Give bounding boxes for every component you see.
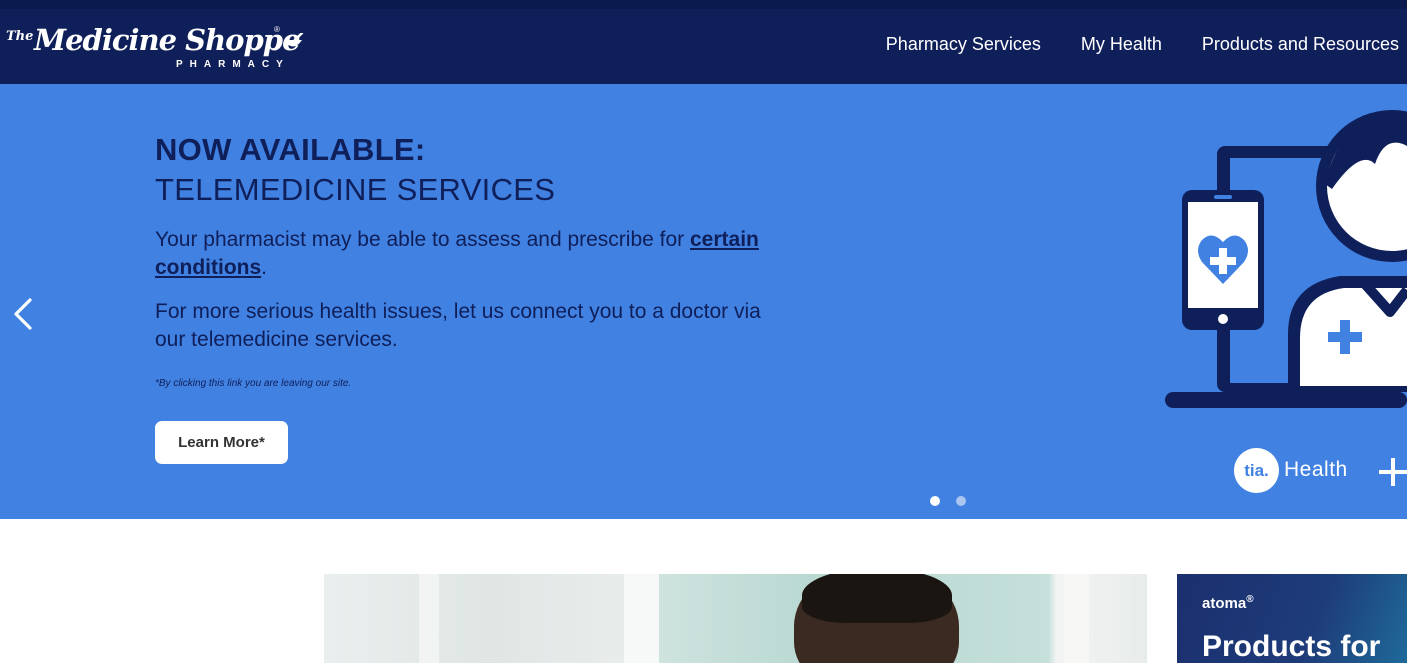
atoma-brand: atoma® (1202, 594, 1254, 612)
hero-paragraph-2: For more serious health issues, let us c… (155, 300, 761, 351)
carousel-dots (930, 496, 966, 506)
telemedicine-illustration (1165, 110, 1407, 408)
site-header: The Medicine Shoppe ® PHARMACY Pharmacy … (0, 9, 1407, 84)
tia-health-text: Health (1284, 458, 1348, 481)
logo-pharmacy: PHARMACY (176, 59, 290, 70)
logo-name: Medicine Shoppe (34, 23, 301, 57)
pharmacist-photo (324, 574, 1147, 663)
carousel-dot-2[interactable] (956, 496, 966, 506)
nav-products-and-resources[interactable]: Products and Resources (1202, 34, 1399, 55)
hero-title: NOW AVAILABLE: (155, 132, 426, 167)
medicine-shoppe-logo[interactable]: The Medicine Shoppe ® PHARMACY (6, 23, 306, 73)
main-nav: Pharmacy Services My Health Products and… (886, 34, 1399, 55)
hero-carousel: NOW AVAILABLE: TELEMEDICINE SERVICES You… (0, 84, 1407, 519)
chevron-left-icon[interactable] (10, 297, 36, 331)
atoma-registered: ® (1246, 594, 1254, 605)
plus-icon (1379, 458, 1407, 486)
top-strip (0, 0, 1407, 9)
nav-my-health[interactable]: My Health (1081, 34, 1162, 55)
carousel-dot-1[interactable] (930, 496, 940, 506)
atoma-promo-card[interactable]: atoma® Products for (1177, 574, 1407, 663)
nav-pharmacy-services[interactable]: Pharmacy Services (886, 34, 1041, 55)
promo-title: Products for (1202, 630, 1381, 663)
learn-more-button[interactable]: Learn More* (155, 421, 288, 464)
hero-paragraph-1-text: Your pharmacist may be able to assess an… (155, 228, 690, 251)
hero-paragraph-1-end: . (261, 256, 268, 279)
tia-mark: tia. (1234, 448, 1279, 493)
leaving-site-note: *By clicking this link you are leaving o… (155, 378, 352, 389)
mortar-pestle-icon (284, 33, 304, 47)
atoma-brand-text: atoma (1202, 595, 1247, 612)
hero-paragraph-1: Your pharmacist may be able to assess an… (155, 226, 795, 282)
logo-the: The (6, 29, 34, 44)
hero-subtitle: TELEMEDICINE SERVICES (155, 172, 556, 207)
tia-health-logo: tia. Health (1234, 448, 1407, 494)
logo-registered-mark: ® (274, 25, 280, 34)
